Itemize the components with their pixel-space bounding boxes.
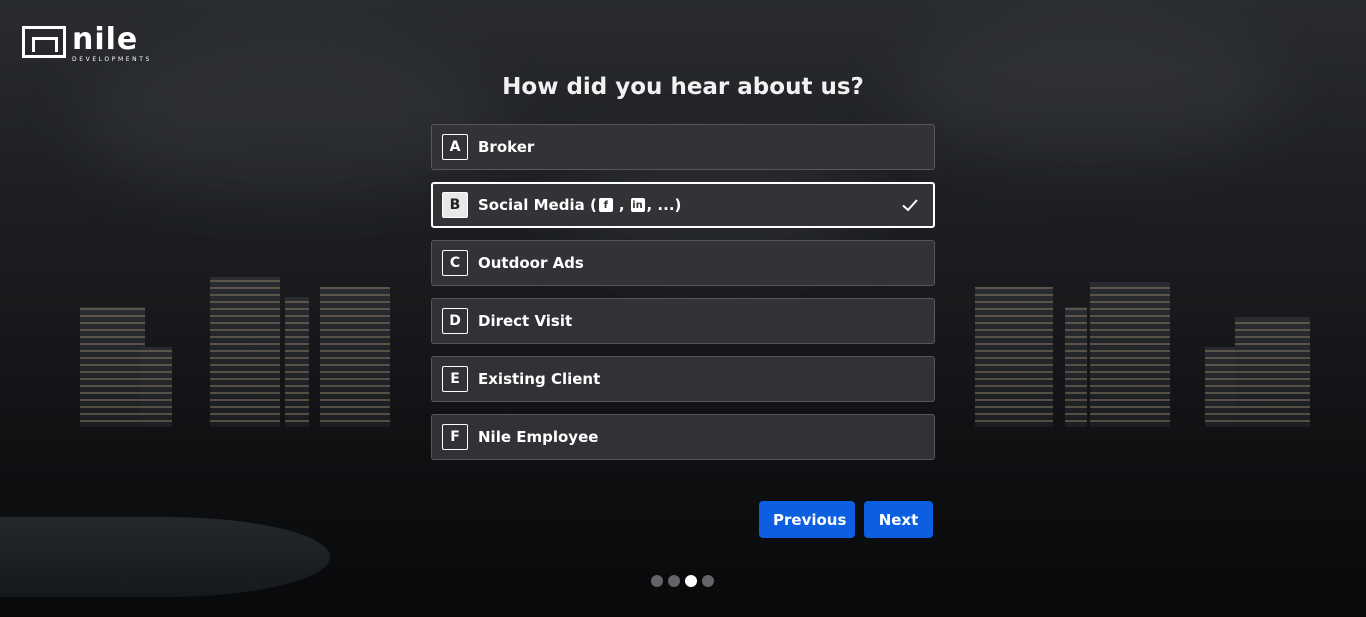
option-nile-employee[interactable]: F Nile Employee [431, 414, 935, 460]
progress-dots [651, 575, 714, 587]
option-label: Direct Visit [478, 312, 573, 330]
navigation-buttons: Previous Next [759, 501, 933, 538]
survey-panel: How did you hear about us? A Broker B So… [431, 70, 935, 472]
checkmark-icon [902, 199, 918, 212]
option-label: Broker [478, 138, 535, 156]
option-key: B [442, 192, 468, 218]
progress-dot[interactable] [651, 575, 663, 587]
option-label: Nile Employee [478, 428, 599, 446]
question-title: How did you hear about us? [502, 74, 864, 100]
next-button[interactable]: Next [864, 501, 933, 538]
progress-dot[interactable] [702, 575, 714, 587]
option-existing-client[interactable]: E Existing Client [431, 356, 935, 402]
logo-wordmark: nile [72, 22, 139, 57]
option-label-text: Social Media ( [478, 196, 597, 214]
linkedin-icon: in [630, 198, 645, 212]
option-social-media[interactable]: B Social Media ( f , in , ...) [431, 182, 935, 228]
progress-dot[interactable] [668, 575, 680, 587]
option-label: Existing Client [478, 370, 601, 388]
option-key: A [442, 134, 468, 160]
option-label: Outdoor Ads [478, 254, 584, 272]
progress-dot-active[interactable] [685, 575, 697, 587]
option-direct-visit[interactable]: D Direct Visit [431, 298, 935, 344]
option-key: D [442, 308, 468, 334]
option-label: Social Media ( f , in , ...) [478, 196, 682, 214]
previous-button[interactable]: Previous [759, 501, 855, 538]
logo-subtitle: DEVELOPMENTS [72, 56, 152, 63]
option-label-suffix: , ...) [646, 196, 682, 214]
option-broker[interactable]: A Broker [431, 124, 935, 170]
option-key: F [442, 424, 468, 450]
option-key: C [442, 250, 468, 276]
logo-mark-icon [22, 26, 66, 58]
option-outdoor-ads[interactable]: C Outdoor Ads [431, 240, 935, 286]
option-key: E [442, 366, 468, 392]
facebook-icon: f [598, 198, 613, 212]
brand-logo: nile DEVELOPMENTS [22, 22, 152, 63]
